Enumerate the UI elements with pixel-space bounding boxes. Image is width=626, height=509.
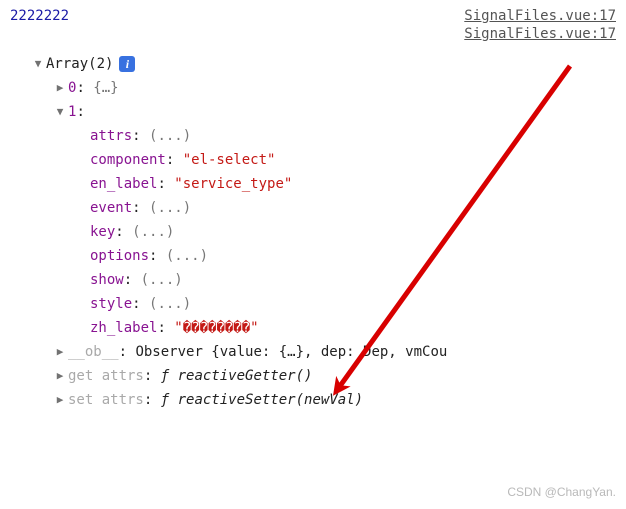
watermark: CSDN @ChangYan. <box>507 485 616 499</box>
object-tree: ▼ Array(2) i ▶ 0: {…} ▼ 1: attrs: (...) … <box>10 52 616 412</box>
chevron-down-icon[interactable]: ▼ <box>32 52 44 76</box>
index-key-0: 0 <box>68 76 76 100</box>
prop-value: (...) <box>141 268 183 292</box>
chevron-right-icon[interactable]: ▶ <box>54 364 66 388</box>
prop-name: zh_label <box>90 316 157 340</box>
prop-options-row[interactable]: options: (...) <box>14 244 616 268</box>
source-link-2[interactable]: SignalFiles.vue:17 <box>464 26 616 42</box>
prop-value: "service_type" <box>174 172 292 196</box>
getter-row[interactable]: ▶ get attrs: ƒ reactiveGetter() <box>14 364 616 388</box>
prop-value-garbled: "��������" <box>174 316 258 340</box>
prop-name: key <box>90 220 115 244</box>
setter-fn: ƒ reactiveSetter(newVal) <box>161 388 363 412</box>
prop-zh-label-row[interactable]: zh_label: "��������" <box>14 316 616 340</box>
setter-prefix: set attrs <box>68 388 144 412</box>
chevron-down-icon[interactable]: ▼ <box>54 100 66 124</box>
array-item-0-row[interactable]: ▶ 0: {…} <box>14 76 616 100</box>
chevron-right-icon[interactable]: ▶ <box>54 388 66 412</box>
prop-name: show <box>90 268 124 292</box>
prop-value: (...) <box>132 220 174 244</box>
prop-name: component <box>90 148 166 172</box>
prop-en-label-row[interactable]: en_label: "service_type" <box>14 172 616 196</box>
source-link-1[interactable]: SignalFiles.vue:17 <box>464 8 616 24</box>
prop-component-row[interactable]: component: "el-select" <box>14 148 616 172</box>
prop-style-row[interactable]: style: (...) <box>14 292 616 316</box>
prop-value: (...) <box>149 196 191 220</box>
prop-value: (...) <box>149 124 191 148</box>
prop-name: style <box>90 292 132 316</box>
array-item-1-row[interactable]: ▼ 1: <box>14 100 616 124</box>
prop-event-row[interactable]: event: (...) <box>14 196 616 220</box>
observer-preview: Observer {value: {…}, dep: Dep, vmCou <box>135 340 447 364</box>
chevron-right-icon[interactable]: ▶ <box>54 76 66 100</box>
observer-key: __ob__ <box>68 340 119 364</box>
info-icon[interactable]: i <box>119 56 135 72</box>
prop-value: (...) <box>149 292 191 316</box>
array-root-row[interactable]: ▼ Array(2) i <box>14 52 616 76</box>
getter-fn: ƒ reactiveGetter() <box>161 364 313 388</box>
prop-value: (...) <box>166 244 208 268</box>
prop-show-row[interactable]: show: (...) <box>14 268 616 292</box>
console-log-message: 2222222 <box>10 8 69 24</box>
index-key-1: 1 <box>68 100 76 124</box>
prop-name: options <box>90 244 149 268</box>
setter-row[interactable]: ▶ set attrs: ƒ reactiveSetter(newVal) <box>14 388 616 412</box>
chevron-right-icon[interactable]: ▶ <box>54 340 66 364</box>
prop-attrs-row[interactable]: attrs: (...) <box>14 124 616 148</box>
prop-name: event <box>90 196 132 220</box>
item-0-preview: {…} <box>93 76 118 100</box>
getter-prefix: get attrs <box>68 364 144 388</box>
prop-value: "el-select" <box>183 148 276 172</box>
array-header: Array(2) <box>46 52 113 76</box>
observer-row[interactable]: ▶ __ob__: Observer {value: {…}, dep: Dep… <box>14 340 616 364</box>
prop-name: en_label <box>90 172 157 196</box>
prop-name: attrs <box>90 124 132 148</box>
prop-key-row[interactable]: key: (...) <box>14 220 616 244</box>
